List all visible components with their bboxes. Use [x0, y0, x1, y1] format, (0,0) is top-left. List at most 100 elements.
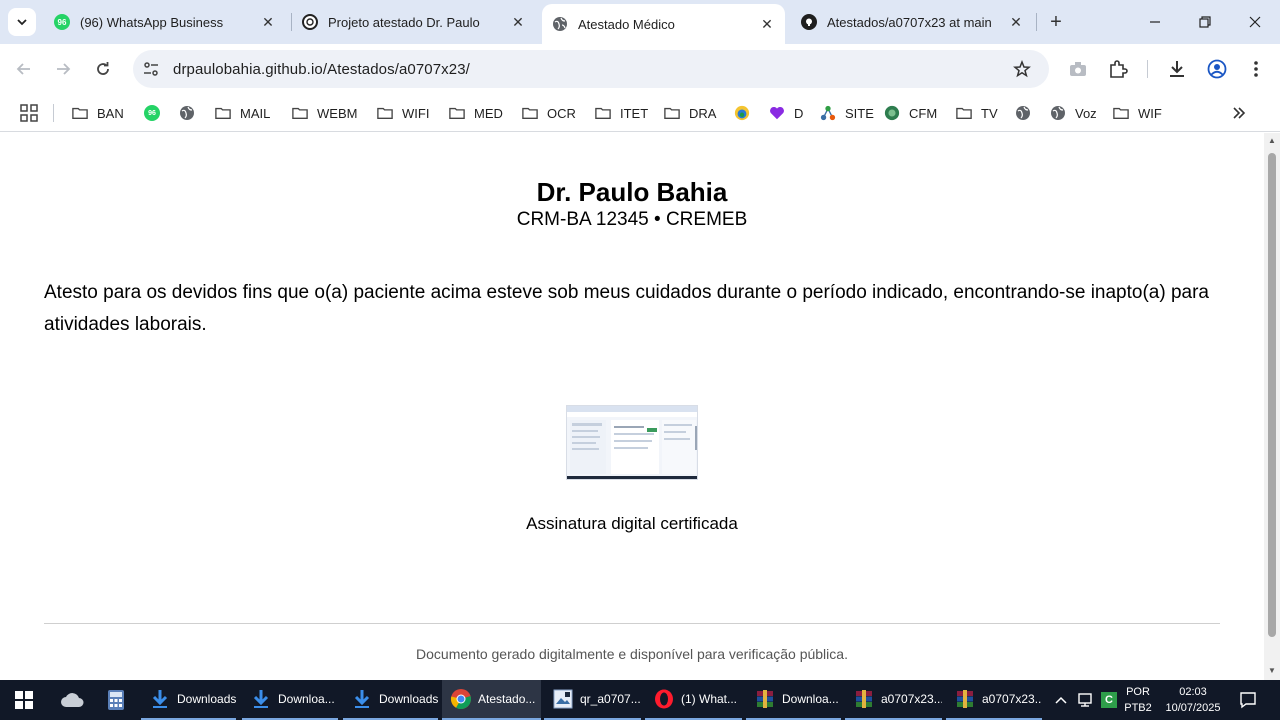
- folder-icon: [215, 105, 231, 121]
- bookmark-tv[interactable]: TV: [956, 101, 998, 125]
- bookmark-webm[interactable]: WEBM: [292, 101, 357, 125]
- reload-button[interactable]: [89, 55, 117, 83]
- page-scrollbar[interactable]: ▲ ▼: [1264, 133, 1280, 680]
- bookmark-cfm[interactable]: CFM: [884, 101, 937, 125]
- crm-registration: CRM-BA 12345 • CREMEB: [516, 209, 748, 230]
- input-language-indicator[interactable]: POR PTB2: [1120, 684, 1156, 716]
- toolbar-separator: [1147, 60, 1148, 78]
- bookmark-globe-2[interactable]: [1015, 101, 1040, 125]
- plus-icon: +: [1050, 10, 1062, 33]
- close-window-button[interactable]: [1230, 0, 1280, 44]
- bookmark-star-icon[interactable]: [1012, 59, 1032, 79]
- site-info-icon[interactable]: [141, 59, 161, 79]
- folder-icon: [595, 105, 611, 121]
- whatsapp-business-icon: 96: [54, 14, 70, 30]
- bookmark-ocr[interactable]: OCR: [522, 101, 576, 125]
- notifications-button[interactable]: [1236, 680, 1260, 720]
- bookmark-whatsapp[interactable]: 96: [144, 101, 169, 125]
- bookmark-d[interactable]: D: [769, 101, 803, 125]
- arrow-left-icon: [16, 63, 30, 75]
- close-icon[interactable]: ✕: [759, 16, 775, 32]
- taskbar-item-winrar-a0707x23-2[interactable]: a0707x23...: [946, 680, 1042, 720]
- github-icon: [801, 14, 817, 30]
- taskbar-item-downloads-1[interactable]: Downloads: [141, 680, 236, 720]
- tab-whatsapp[interactable]: 96 (96) WhatsApp Business ✕: [44, 6, 286, 38]
- tray-overflow-button[interactable]: [1052, 680, 1070, 720]
- scroll-up-arrow-icon[interactable]: ▲: [1267, 137, 1277, 145]
- taskbar-item-qr-image[interactable]: qr_a0707...: [544, 680, 641, 720]
- folder-icon: [664, 105, 680, 121]
- folder-icon: [72, 105, 88, 121]
- cloud-app-button[interactable]: [52, 680, 92, 720]
- bookmark-label: Voz: [1075, 105, 1097, 121]
- taskbar-item-downloads-2[interactable]: Downloa...: [242, 680, 338, 720]
- minimize-button[interactable]: [1130, 0, 1180, 44]
- taskbar-item-downloads-3[interactable]: Downloads: [343, 680, 438, 720]
- bookmark-site[interactable]: SITE: [820, 101, 874, 125]
- taskbar-item-chrome-atestado[interactable]: Atestado...: [442, 680, 541, 720]
- address-bar[interactable]: drpaulobahia.github.io/Atestados/a0707x2…: [133, 50, 1049, 88]
- bookmark-globe[interactable]: [179, 101, 204, 125]
- camera-icon[interactable]: [1067, 58, 1089, 80]
- tab-projeto[interactable]: Projeto atestado Dr. Paulo ✕: [292, 6, 536, 38]
- keyboard-layout: PTB2: [1124, 702, 1152, 714]
- bookmark-wifi[interactable]: WIFI: [377, 101, 429, 125]
- bookmark-itet[interactable]: ITET: [595, 101, 648, 125]
- url-text[interactable]: drpaulobahia.github.io/Atestados/a0707x2…: [173, 61, 470, 78]
- network-nodes-icon: [820, 105, 836, 121]
- double-chevron-right-icon: [1233, 107, 1246, 119]
- close-icon: [1249, 16, 1261, 28]
- taskbar-item-winrar-a0707x23-1[interactable]: a0707x23...: [845, 680, 942, 720]
- bookmark-label: D: [794, 105, 804, 121]
- opera-icon: [653, 688, 675, 710]
- bookmark-colorful[interactable]: [734, 101, 759, 125]
- bookmark-label: MED: [474, 105, 503, 121]
- close-icon[interactable]: ✕: [1008, 14, 1024, 30]
- bookmark-med[interactable]: MED: [449, 101, 503, 125]
- reload-icon: [97, 62, 109, 75]
- network-status-button[interactable]: [1074, 680, 1096, 720]
- bookmark-label: OCR: [547, 105, 576, 121]
- back-button[interactable]: [10, 55, 38, 83]
- extensions-icon[interactable]: [1107, 58, 1129, 80]
- tab-atestado-medico[interactable]: Atestado Médico ✕: [542, 4, 785, 44]
- winrar-icon: [853, 688, 875, 710]
- restore-button[interactable]: [1180, 0, 1230, 44]
- profile-avatar-icon[interactable]: [1206, 58, 1228, 80]
- menu-kebab-icon[interactable]: [1245, 58, 1267, 80]
- close-icon[interactable]: ✕: [510, 14, 526, 30]
- downloads-icon[interactable]: [1166, 58, 1188, 80]
- new-tab-button[interactable]: +: [1042, 8, 1070, 36]
- globe-icon: [179, 105, 195, 121]
- close-icon[interactable]: ✕: [260, 14, 276, 30]
- tab-title: Atestados/a0707x23 at main: [827, 14, 992, 30]
- folder-icon: [956, 105, 972, 121]
- taskbar-item-opera-whatsapp[interactable]: (1) What...: [645, 680, 742, 720]
- cloud-icon: [61, 693, 84, 707]
- footer-text: Documento gerado digitalmente e disponív…: [416, 646, 848, 662]
- apps-grid-button[interactable]: [20, 101, 38, 125]
- tab-title: (96) WhatsApp Business: [80, 14, 224, 30]
- tab-search-button[interactable]: [8, 8, 36, 36]
- calculator-app-button[interactable]: [96, 680, 136, 720]
- browser-toolbar: drpaulobahia.github.io/Atestados/a0707x2…: [0, 44, 1280, 94]
- bookmark-label: WIFI: [402, 105, 430, 121]
- bookmark-ban[interactable]: BAN: [72, 101, 124, 125]
- bookmark-wif[interactable]: WIF: [1113, 101, 1162, 125]
- scroll-down-arrow-icon[interactable]: ▼: [1267, 667, 1277, 675]
- forward-button[interactable]: [49, 55, 77, 83]
- globe-icon: [1050, 105, 1066, 121]
- bookmark-voz[interactable]: Voz: [1050, 101, 1097, 125]
- footer-divider: [44, 623, 1220, 624]
- more-bookmarks-button[interactable]: [1232, 101, 1246, 125]
- start-button[interactable]: [0, 680, 48, 720]
- bookmark-label: MAIL: [240, 105, 271, 121]
- globe-icon: [1015, 105, 1031, 121]
- system-clock[interactable]: 02:03 10/07/2025: [1158, 684, 1228, 716]
- bookmark-dra[interactable]: DRA: [664, 101, 716, 125]
- taskbar-item-winrar-downloads[interactable]: Downloa...: [746, 680, 841, 720]
- tab-github[interactable]: Atestados/a0707x23 at main ✕: [791, 6, 1034, 38]
- tray-c-app-button[interactable]: C: [1099, 680, 1119, 720]
- bookmark-mail[interactable]: MAIL: [215, 101, 270, 125]
- scrollbar-thumb[interactable]: [1268, 153, 1276, 637]
